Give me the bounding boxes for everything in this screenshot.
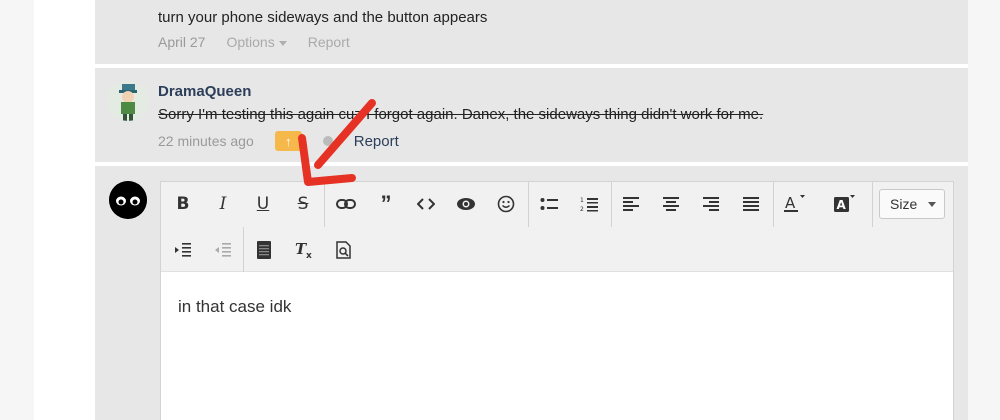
toolbar-divider [611,182,612,227]
rich-text-editor: B I U S ” 1 2 A A Size T x in that case … [160,181,954,420]
italic-icon: I [219,194,227,214]
comment-item: DramaQueen Sorry I'm testing this again … [95,68,968,162]
indent-button[interactable] [168,235,198,265]
caret-down-icon [278,40,287,46]
strikethrough-button[interactable]: S [288,189,318,219]
indent-icon [175,243,191,257]
avatar-image [109,181,147,219]
code-button[interactable] [411,189,441,219]
svg-text:A: A [837,198,847,212]
toolbar-divider [872,182,873,227]
report-link[interactable]: Report [308,34,350,50]
outdent-icon [215,243,231,257]
svg-text:1: 1 [580,197,584,204]
toolbar-divider [773,182,774,227]
preview-button[interactable] [451,189,481,219]
bullet-list-button[interactable] [534,189,564,219]
comment-meta: 22 minutes ago ↑ Report [158,131,399,151]
quote-icon: ” [380,191,392,216]
preview-document-button[interactable] [329,235,359,265]
align-left-icon [623,197,639,211]
align-right-button[interactable] [696,189,726,219]
bold-button[interactable]: B [168,189,198,219]
font-size-label: Size [890,196,918,212]
comment-item: turn your phone sideways and the button … [95,0,968,64]
bullet-list-icon [540,198,558,210]
svg-text:A: A [785,194,796,212]
source-button[interactable] [249,235,279,265]
underline-button[interactable]: U [248,189,278,219]
comment-text: turn your phone sideways and the button … [158,9,488,26]
editor-toolbar: B I U S ” 1 2 A A Size T x [161,182,953,272]
link-icon [336,199,356,209]
dot-icon [322,136,333,146]
svg-text:2: 2 [580,206,584,212]
reply-area: B I U S ” 1 2 A A Size T x in that case … [95,166,968,420]
justify-button[interactable] [736,189,766,219]
toolbar-divider [528,182,529,227]
comment-date: April 27 [158,34,206,50]
numbered-list-icon: 12 [580,197,598,212]
editor-content[interactable]: in that case idk [178,297,291,317]
caret-down-icon [928,202,936,207]
comment-text: Sorry I'm testing this again cuz I forgo… [158,106,764,123]
text-color-button[interactable]: A [779,189,809,219]
justify-icon [743,197,759,211]
clear-format-icon: Tx [295,241,312,259]
comment-author[interactable]: DramaQueen [158,83,251,100]
upvote-button[interactable]: ↑ [274,131,302,151]
align-center-icon [663,197,679,211]
smiley-icon [497,195,515,213]
avatar-image [108,81,148,121]
comment-time: 22 minutes ago [158,133,254,149]
strikethrough-icon: S [297,194,309,214]
align-right-icon [703,197,719,211]
clear-format-button[interactable]: Tx [289,235,319,265]
link-button[interactable] [331,189,361,219]
italic-button[interactable]: I [208,189,238,219]
document-icon [257,241,271,259]
svg-text:x: x [306,251,312,259]
code-icon [417,198,435,210]
text-color-icon: A [784,194,805,212]
toolbar-divider [324,182,325,227]
comment-meta: April 27 Options Report [158,34,350,50]
eye-icon [457,198,475,210]
background-color-button[interactable]: A [829,189,859,219]
avatar[interactable] [109,181,147,219]
document-search-icon [336,241,351,259]
emoji-button[interactable] [491,189,521,219]
bold-icon: B [176,194,190,214]
align-center-button[interactable] [656,189,686,219]
arrow-up-icon: ↑ [284,133,292,149]
options-button[interactable]: Options [226,34,287,50]
toolbar-divider [243,227,244,272]
options-label: Options [226,34,275,50]
quote-button[interactable]: ” [371,189,401,219]
align-left-button[interactable] [616,189,646,219]
background-color-icon: A [834,195,855,212]
outdent-button[interactable] [208,235,238,265]
avatar[interactable] [108,81,148,121]
underline-icon: U [256,194,270,214]
font-size-select[interactable]: Size [879,189,945,219]
comment-thread: turn your phone sideways and the button … [95,0,968,420]
numbered-list-button[interactable]: 12 [574,189,604,219]
report-link[interactable]: Report [354,133,399,150]
